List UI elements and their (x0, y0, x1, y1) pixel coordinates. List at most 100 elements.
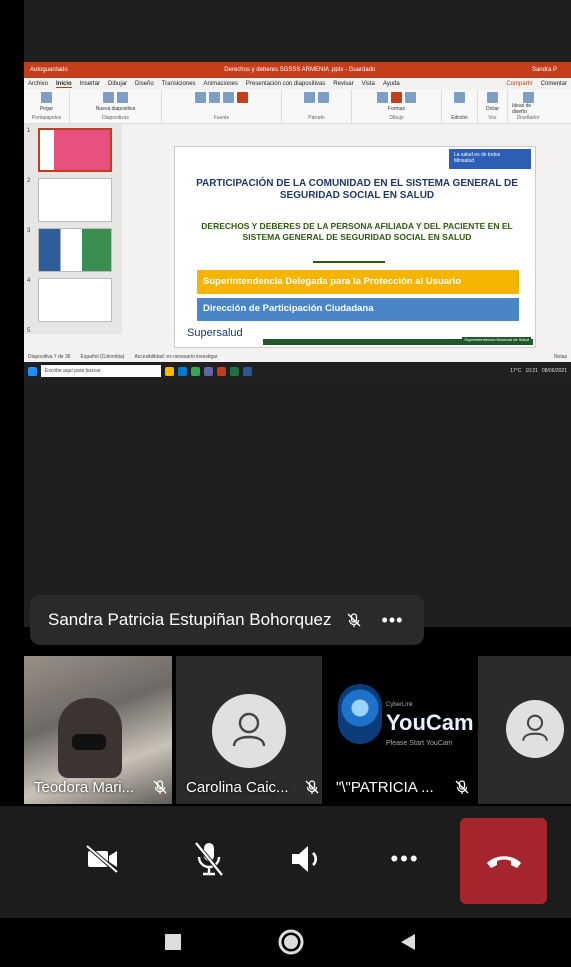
participant-tile[interactable]: CyberLink YouCam Please Start YouCam "\"… (326, 656, 474, 804)
quick-styles-icon[interactable] (405, 92, 416, 103)
slide-bar-yellow: Superintendencia Delegada para la Protec… (197, 270, 519, 294)
ppt-ribbon: Pegar Portapapeles Nueva diapositiva Dia… (24, 90, 571, 124)
ribbon-group-font: Fuente (162, 90, 282, 123)
excel-icon[interactable] (230, 366, 239, 376)
back-button[interactable] (394, 928, 422, 956)
mic-off-icon (194, 841, 224, 877)
more-options-button[interactable]: ••• (382, 836, 428, 882)
speaker-button[interactable] (284, 836, 330, 882)
person-icon (522, 714, 548, 741)
chrome-icon[interactable] (191, 366, 200, 376)
dictate-icon[interactable] (487, 92, 498, 103)
slide-thumbnail[interactable] (38, 178, 112, 222)
dictate-label: Dictar (485, 106, 500, 112)
paste-icon[interactable] (41, 92, 52, 103)
word-icon[interactable] (243, 366, 252, 376)
design-ideas-label: Ideas de diseño (512, 103, 532, 115)
arrange-icon[interactable] (391, 92, 402, 103)
participant-name: Carolina Caic... (186, 779, 289, 796)
thumb-number: 5 (27, 328, 31, 334)
comments-button[interactable]: Comentar (541, 81, 567, 87)
menu-dibujar[interactable]: Dibujar (108, 81, 127, 87)
paste-label: Pegar (39, 106, 54, 112)
slide-thumbnail[interactable] (38, 128, 112, 172)
ppt-titlebar: Autoguardado Derechos y deberes SGSSS AR… (24, 62, 571, 78)
current-slide[interactable]: La salud es de todos Minsalud PARTICIPAC… (174, 146, 536, 348)
teams-icon[interactable] (204, 366, 213, 376)
thumb-number: 4 (27, 278, 31, 284)
mic-toggle-button[interactable] (186, 836, 232, 882)
android-navigation-bar (0, 918, 571, 967)
underline-icon[interactable] (223, 92, 234, 103)
ribbon-group-label: Diapositivas (102, 115, 129, 121)
accessibility-status[interactable]: Accesibilidad: es necesario investigar (134, 354, 217, 360)
powerpoint-icon[interactable] (217, 366, 226, 376)
minsalud-logo: La salud es de todos Minsalud (449, 149, 531, 169)
menu-transiciones[interactable]: Transiciones (162, 81, 196, 87)
search-icon[interactable] (454, 92, 465, 103)
edge-icon[interactable] (178, 366, 187, 376)
share-button[interactable]: Compartir (506, 81, 532, 87)
notes-button[interactable]: Notas (554, 354, 567, 360)
slide-heading: PARTICIPACIÓN DE LA COMUNIDAD EN EL SIST… (196, 178, 518, 201)
home-circle-icon (278, 929, 304, 955)
menu-revisar[interactable]: Revisar (333, 81, 353, 87)
shapes-icon[interactable] (377, 92, 388, 103)
taskbar-search[interactable]: Escribe aquí para buscar (41, 365, 161, 377)
ribbon-group-clipboard: Pegar Portapapeles (24, 90, 70, 123)
avatar (506, 700, 564, 758)
language-status[interactable]: Español (Colombia) (81, 354, 125, 360)
speaker-icon (292, 846, 317, 872)
active-speaker-pill[interactable]: Sandra Patricia Estupiñan Bohorquez ••• (30, 595, 424, 645)
design-ideas-icon[interactable] (522, 92, 534, 103)
square-icon (165, 934, 181, 950)
slide-thumbnail[interactable] (38, 278, 112, 322)
participant-tile[interactable]: Teodora Mari... (24, 656, 172, 804)
participant-tile[interactable]: Carolina Caic... (176, 656, 322, 804)
ribbon-group-drawing: Formas Dibujo (352, 90, 442, 123)
clock-date: 08/06/2021 (541, 368, 567, 374)
thumb-number: 3 (27, 228, 31, 234)
participant-tile[interactable] (478, 656, 571, 804)
menu-archivo[interactable]: Archivo (28, 81, 48, 87)
ribbon-group-label: Diseñador (516, 115, 540, 121)
user-name: Sandra P (531, 67, 557, 73)
menu-diseno[interactable]: Diseño (135, 81, 154, 87)
menu-vista[interactable]: Vista (362, 81, 375, 87)
align-icon[interactable] (318, 92, 329, 103)
italic-icon[interactable] (209, 92, 220, 103)
ribbon-group-voice: Dictar Voz (478, 90, 508, 123)
recents-button[interactable] (159, 928, 187, 956)
end-call-button[interactable] (460, 818, 547, 904)
menu-inicio[interactable]: Inicio (56, 81, 72, 88)
bullets-icon[interactable] (304, 92, 315, 103)
ppt-status-bar: Diapositiva 7 de 36 Español (Colombia) A… (24, 352, 571, 362)
menu-animaciones[interactable]: Animaciones (204, 81, 238, 87)
slide-footer-tag: Superintendencia Nacional de Salud (462, 337, 531, 342)
home-button[interactable] (277, 928, 305, 956)
bold-icon[interactable] (195, 92, 206, 103)
ribbon-group-label: Portapapeles (31, 115, 62, 121)
slide-thumbnail[interactable] (38, 228, 112, 272)
clock-time: 10:21 (525, 368, 538, 374)
call-controls-bar: ••• (0, 806, 571, 918)
windows-start-icon[interactable] (28, 366, 37, 376)
new-slide-icon[interactable] (103, 92, 114, 103)
youcam-subtitle: Please Start YouCam (386, 740, 453, 747)
slide-divider (313, 261, 385, 263)
windows-taskbar: Escribe aquí para buscar 17°C 10:21 08/0… (24, 362, 571, 380)
menu-presentacion[interactable]: Presentación con diapositivas (246, 81, 325, 87)
menu-insertar[interactable]: Insertar (80, 81, 100, 87)
person-icon (232, 712, 266, 747)
participant-name: Teodora Mari... (34, 779, 135, 796)
file-explorer-icon[interactable] (165, 366, 174, 376)
reuse-slides-icon[interactable] (117, 92, 128, 103)
powerpoint-window: Autoguardado Derechos y deberes SGSSS AR… (24, 62, 571, 380)
font-color-icon[interactable] (237, 92, 248, 103)
menu-ayuda[interactable]: Ayuda (383, 81, 400, 87)
editing-label: Edición (451, 115, 468, 121)
more-options-icon[interactable]: ••• (382, 610, 404, 631)
camera-toggle-button[interactable] (80, 836, 126, 882)
hang-up-icon (486, 856, 521, 868)
ribbon-group-designer: Ideas de diseño Diseñador (508, 90, 548, 123)
